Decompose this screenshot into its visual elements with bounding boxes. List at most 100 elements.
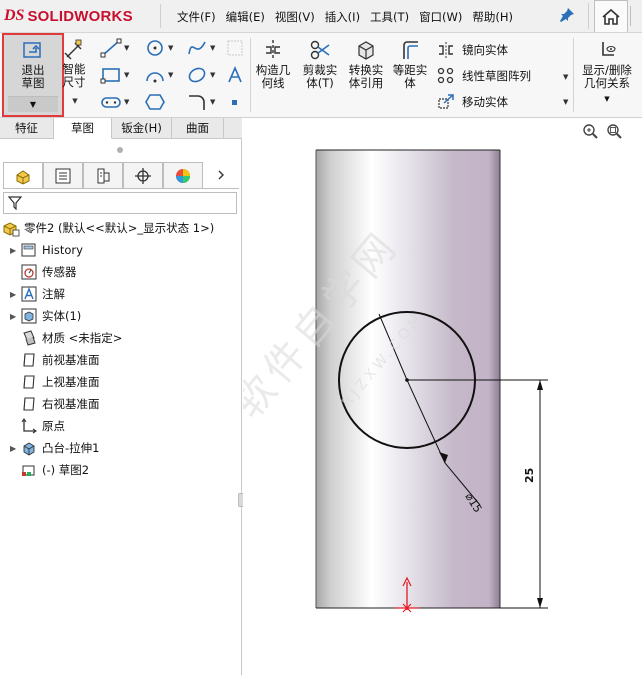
ellipse-tool[interactable]: ▼ [186, 64, 220, 86]
tab-feature-manager[interactable] [3, 162, 43, 188]
graphics-area[interactable]: ⌀15 25 软件自学网 RJZXW.COM [243, 118, 642, 675]
plane-disabled-icon [227, 40, 243, 56]
height-dimension-text[interactable]: 25 [523, 468, 536, 483]
spline-tool[interactable]: ▼ [186, 37, 220, 59]
tree-item-history[interactable]: ▶ History [2, 239, 240, 261]
plane-icon [20, 395, 38, 413]
solidworks-logo[interactable]: DS SOLIDWORKS [4, 2, 133, 30]
circle-icon [147, 40, 163, 56]
tab-property-manager[interactable] [43, 162, 83, 188]
chevron-down-icon[interactable]: ▼ [124, 44, 129, 52]
tree-item-right-plane[interactable]: 右视基准面 [2, 393, 240, 415]
trim-entities-button[interactable]: 剪裁实体(T) [298, 37, 342, 90]
tree-item-solid-bodies[interactable]: ▶ 实体(1) [2, 305, 240, 327]
divider [588, 3, 589, 29]
tab-configuration-manager[interactable] [83, 162, 123, 188]
divider [160, 4, 161, 28]
construction-geometry-label: 构造几何线 [255, 63, 291, 90]
menu-edit[interactable]: 编辑(E) [226, 9, 265, 25]
chevron-down-icon[interactable]: ▼ [210, 44, 215, 52]
chevron-down-icon[interactable]: ▼ [210, 71, 215, 79]
point-icon [232, 100, 237, 105]
ellipse-icon [188, 67, 206, 83]
linear-pattern-button[interactable]: 线性草图阵列 [436, 63, 566, 89]
tab-features[interactable]: 特征 [0, 118, 54, 139]
plane-icon [20, 351, 38, 369]
tree-item-top-plane[interactable]: 上视基准面 [2, 371, 240, 393]
configuration-manager-icon [97, 168, 110, 183]
display-delete-relations-button[interactable]: 显示/删除几何关系 ▼ [578, 37, 636, 106]
menu-bar: 文件(F) 编辑(E) 视图(V) 插入(I) 工具(T) 窗口(W) 帮助(H… [177, 0, 523, 33]
tree-item-boss-extrude[interactable]: ▶ 凸台-拉伸1 [2, 437, 240, 459]
menu-window[interactable]: 窗口(W) [419, 9, 462, 25]
tab-surfaces[interactable]: 曲面(E) [172, 118, 224, 155]
chevron-down-icon[interactable]: ▼ [168, 44, 173, 52]
mirror-entities-button[interactable]: 镜向实体 [436, 37, 566, 63]
tree-item-sketch2[interactable]: (-) 草图2 [2, 459, 240, 481]
chevron-down-icon[interactable]: ▼ [8, 96, 58, 112]
slot-tool[interactable]: ▼ [100, 91, 134, 113]
menu-view[interactable]: 视图(V) [275, 9, 315, 25]
menu-file[interactable]: 文件(F) [177, 9, 216, 25]
construction-line-icon [262, 39, 284, 61]
solid-body-icon [20, 307, 38, 325]
line-tool[interactable]: ▼ [100, 37, 134, 59]
line-icon [100, 38, 122, 58]
convert-entities-icon [355, 39, 377, 61]
toolbar-overflow[interactable] [630, 6, 642, 26]
tree-item-annotations[interactable]: ▶ 注解 [2, 283, 240, 305]
exit-sketch-button[interactable]: 退出草图 ▼ [2, 33, 64, 117]
model-viewport[interactable]: ⌀15 25 [243, 118, 642, 675]
chevron-down-icon[interactable]: ▼ [578, 93, 636, 106]
tab-sketch[interactable]: 草图 [54, 118, 112, 139]
trim-icon [309, 39, 331, 61]
polygon-tool[interactable] [144, 91, 178, 113]
tree-item-front-plane[interactable]: 前视基准面 [2, 349, 240, 371]
arc-tool[interactable]: ▼ [144, 64, 178, 86]
tree-item-label: 传感器 [42, 265, 77, 279]
chevron-down-icon[interactable]: ▼ [124, 98, 129, 106]
chevron-down-icon[interactable]: ▼ [210, 98, 215, 106]
tree-item-label: 原点 [42, 419, 65, 433]
fillet-tool[interactable]: ▼ [186, 91, 220, 113]
chevron-down-icon[interactable]: ▼ [58, 95, 92, 108]
tree-item-label: 材质 <未指定> [42, 331, 123, 345]
rectangle-tool[interactable]: ▼ [100, 64, 134, 86]
tree-item-label: 上视基准面 [42, 375, 100, 389]
tree-item-origin[interactable]: 原点 [2, 415, 240, 437]
offset-entities-button[interactable]: 等距实体 [390, 37, 430, 90]
tab-display-manager[interactable] [163, 162, 203, 188]
smart-dimension-button[interactable]: 智能尺寸 ▼ [56, 33, 92, 117]
chevron-down-icon[interactable]: ▼ [563, 98, 568, 106]
tab-dimxpert-manager[interactable] [123, 162, 163, 188]
menu-tools[interactable]: 工具(T) [370, 9, 409, 25]
circle-tool[interactable]: ▼ [144, 37, 178, 59]
tree-filter-input[interactable] [3, 192, 237, 214]
move-entities-button[interactable]: 移动实体 [436, 89, 566, 115]
tab-sheet-metal[interactable]: 钣金(H) [112, 118, 172, 139]
home-button[interactable] [594, 0, 628, 32]
linear-pattern-label: 线性草图阵列 [462, 69, 531, 83]
chevron-right-icon[interactable]: ▶ [10, 312, 20, 321]
chevron-down-icon[interactable]: ▼ [563, 73, 568, 81]
chevron-down-icon[interactable]: ▼ [168, 71, 173, 79]
tree-item-material[interactable]: 材质 <未指定> [2, 327, 240, 349]
dimension-arrow-bottom [537, 598, 543, 608]
panel-splitter[interactable] [117, 147, 123, 153]
tree-root-part[interactable]: 零件2 (默认<<默认>_显示状态 1>) [2, 217, 240, 239]
menu-help[interactable]: 帮助(H) [472, 9, 513, 25]
tree-item-sensors[interactable]: 传感器 [2, 261, 240, 283]
chevron-right-icon[interactable]: ▶ [10, 444, 20, 453]
point-tool[interactable] [226, 91, 260, 113]
relations-icon [596, 39, 618, 61]
chevron-right-icon[interactable]: ▶ [10, 290, 20, 299]
logo-ds: DS [4, 7, 25, 24]
chevron-right-icon[interactable] [203, 162, 239, 188]
pin-icon[interactable] [558, 7, 576, 25]
chevron-right-icon[interactable]: ▶ [10, 246, 20, 255]
construction-geometry-button[interactable]: 构造几何线 [254, 37, 292, 90]
convert-entities-button[interactable]: 转换实体引用 [344, 37, 388, 90]
menu-insert[interactable]: 插入(I) [325, 9, 360, 25]
chevron-down-icon[interactable]: ▼ [124, 71, 129, 79]
origin-icon [20, 417, 38, 435]
